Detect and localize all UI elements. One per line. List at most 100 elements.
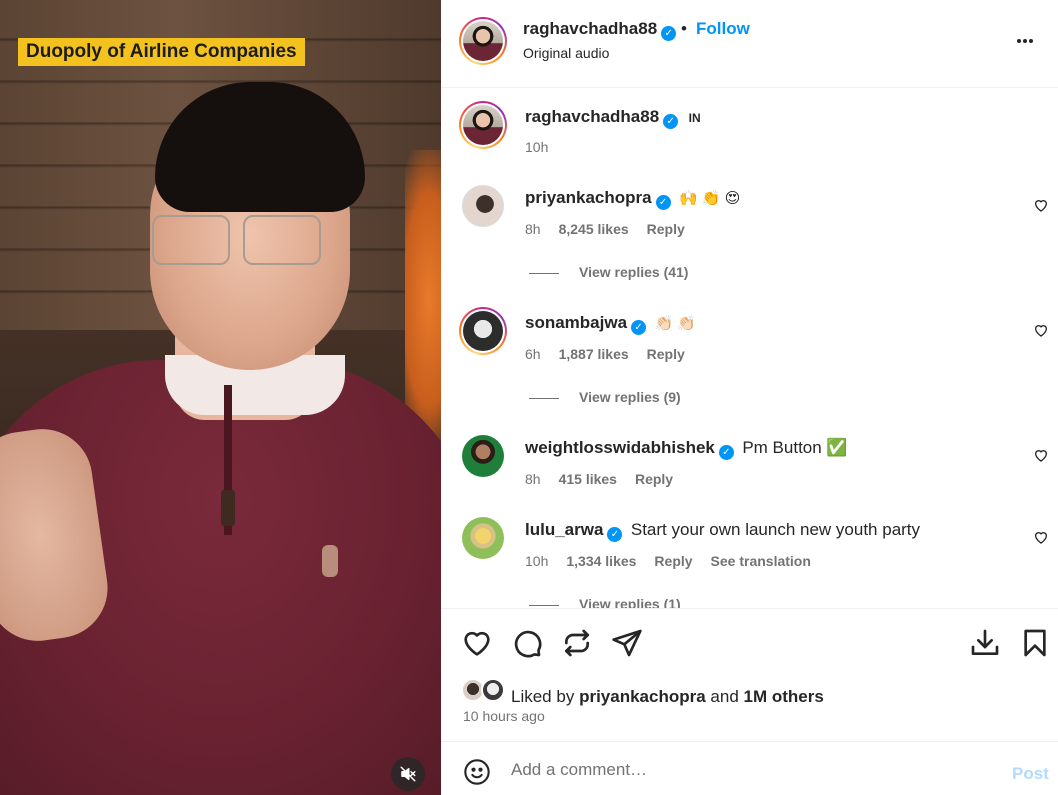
comment-avatar[interactable] xyxy=(459,307,507,355)
comment-meta: 10h 1,334 likes Reply See translation xyxy=(525,553,829,569)
comment-time: 6h xyxy=(525,346,541,362)
send-icon[interactable] xyxy=(611,627,643,659)
verified-badge-icon: ✓ xyxy=(631,320,647,335)
comments-section[interactable]: raghavchadha88 ✓ IN 10h priyankachopra ✓ 🙌… xyxy=(441,89,1058,608)
verified-badge-icon: ✓ xyxy=(663,114,679,129)
comment-form: Post xyxy=(441,741,1058,795)
more-dot xyxy=(1023,39,1027,43)
caption-header: raghavchadha88 ✓ IN xyxy=(525,107,701,129)
reply-label[interactable]: Reply xyxy=(654,553,692,569)
comment-avatar[interactable] xyxy=(462,185,504,227)
comment-time: 8h xyxy=(525,471,541,487)
comment-meta: 8h 8,245 likes Reply xyxy=(525,221,703,237)
original-audio-link[interactable]: Original audio xyxy=(523,45,609,61)
comment-time: 8h xyxy=(525,221,541,237)
reply-label[interactable]: Reply xyxy=(647,221,685,237)
comment-text: 🙌 👏 😍 xyxy=(679,190,741,207)
speaker-muted-icon xyxy=(400,766,416,782)
reply-label[interactable]: Reply xyxy=(647,346,685,362)
comment-like-heart-icon[interactable] xyxy=(1033,447,1049,463)
comment-text: Pm Button ✅ xyxy=(742,438,848,457)
verified-badge-icon: ✓ xyxy=(655,195,671,210)
comment-likes[interactable]: 415 likes xyxy=(559,471,617,487)
comment-username[interactable]: sonambajwa xyxy=(525,313,627,332)
comment-like-heart-icon[interactable] xyxy=(1033,322,1049,338)
comment-like-heart-icon[interactable] xyxy=(1033,197,1049,213)
comment-reply-button[interactable]: Reply xyxy=(654,553,692,569)
comment-reply-button[interactable]: Reply xyxy=(647,221,685,237)
comment-meta: 8h 415 likes Reply xyxy=(525,471,691,487)
liked-by-and: and xyxy=(710,687,739,706)
caption-location-badge: IN xyxy=(688,111,701,125)
comment-reply-button[interactable]: Reply xyxy=(647,346,685,362)
liker-avatar[interactable] xyxy=(481,678,505,702)
reel-video[interactable]: Duopoly of Airline Companies xyxy=(0,0,441,795)
avatar-image xyxy=(463,311,503,351)
comment-likes-text[interactable]: 1,334 likes xyxy=(566,553,636,569)
comment-meta: 6h 1,887 likes Reply xyxy=(525,346,703,362)
comment-time: 10h xyxy=(525,553,549,569)
reply-label[interactable]: Reply xyxy=(635,471,673,487)
divider-line xyxy=(529,604,559,606)
comment-username[interactable]: lulu_arwa xyxy=(525,520,603,539)
view-replies-button[interactable]: View replies (9) xyxy=(529,389,681,405)
divider-line xyxy=(529,397,559,399)
more-options-button[interactable] xyxy=(1016,30,1046,50)
comment-likes-text[interactable]: 8,245 likes xyxy=(559,221,629,237)
post-timestamp[interactable]: 10 hours ago xyxy=(463,708,545,724)
avatar-image xyxy=(463,21,503,61)
liked-by-prefix: Liked by xyxy=(511,687,575,706)
more-dot xyxy=(1029,39,1033,43)
header-username[interactable]: raghavchadha88 ✓ xyxy=(523,19,677,41)
see-translation-label[interactable]: See translation xyxy=(711,553,811,569)
caption-avatar[interactable] xyxy=(459,101,507,149)
view-replies-label[interactable]: View replies (9) xyxy=(579,389,681,405)
comment-icon[interactable] xyxy=(511,627,543,659)
view-replies-label[interactable]: View replies (1) xyxy=(579,596,681,608)
comment-row: sonambajwa ✓ 👏🏻 👏🏻 xyxy=(525,313,696,335)
view-replies-button[interactable]: View replies (1) xyxy=(529,596,681,608)
repost-icon[interactable] xyxy=(561,627,593,659)
post-comment-button[interactable]: Post xyxy=(1012,764,1049,784)
comment-avatar[interactable] xyxy=(462,435,504,477)
view-replies-label[interactable]: View replies (41) xyxy=(579,264,688,280)
follow-button[interactable]: Follow xyxy=(696,19,750,39)
comment-text: 👏🏻 👏🏻 xyxy=(654,315,697,332)
comment-like-heart-icon[interactable] xyxy=(1033,529,1049,545)
more-horizontal-icon xyxy=(1017,39,1021,43)
comment-text: Start your own launch new youth party xyxy=(630,520,921,539)
caption-username[interactable]: raghavchadha88 xyxy=(525,107,659,126)
comment-likes-text[interactable]: 415 likes xyxy=(559,471,617,487)
glasses-right xyxy=(243,215,321,265)
comment-username[interactable]: weightlosswidabhishek xyxy=(525,438,715,457)
bookmark-icon[interactable] xyxy=(1019,627,1051,659)
comment-likes[interactable]: 1,334 likes xyxy=(566,553,636,569)
liked-by-others-link[interactable]: 1M others xyxy=(744,687,824,706)
comment-username[interactable]: priyankachopra xyxy=(525,188,652,207)
divider-line xyxy=(529,272,559,274)
comment-likes[interactable]: 8,245 likes xyxy=(559,221,629,237)
comment-row: priyankachopra ✓ 🙌 👏 😍 xyxy=(525,188,740,210)
header-separator: • xyxy=(681,19,687,38)
caption-time: 10h xyxy=(525,139,549,155)
post-panel: raghavchadha88 ✓ • Follow Original audio … xyxy=(441,0,1058,795)
header-avatar[interactable] xyxy=(459,17,507,65)
comment-avatar[interactable] xyxy=(462,517,504,559)
view-replies-button[interactable]: View replies (41) xyxy=(529,264,688,280)
comment-likes-text[interactable]: 1,887 likes xyxy=(559,346,629,362)
post-actions: Liked by priyankachopra and 1M others 10… xyxy=(441,608,1058,740)
mute-button[interactable] xyxy=(391,757,425,791)
comment-input[interactable] xyxy=(511,756,971,784)
liked-by-user[interactable]: priyankachopra xyxy=(579,687,706,706)
comment-reply-button[interactable]: Reply xyxy=(635,471,673,487)
comment-likes[interactable]: 1,887 likes xyxy=(559,346,629,362)
see-translation-button[interactable]: See translation xyxy=(711,553,811,569)
download-icon[interactable] xyxy=(969,627,1001,659)
header-username-text[interactable]: raghavchadha88 xyxy=(523,19,657,38)
verified-badge-icon: ✓ xyxy=(661,26,677,41)
video-caption-tag: Duopoly of Airline Companies xyxy=(18,38,305,66)
smiley-icon[interactable] xyxy=(463,758,491,786)
comment-row: weightlosswidabhishek ✓ Pm Button ✅ xyxy=(525,438,848,460)
heart-icon[interactable] xyxy=(461,627,493,659)
verified-badge-icon: ✓ xyxy=(607,527,623,542)
